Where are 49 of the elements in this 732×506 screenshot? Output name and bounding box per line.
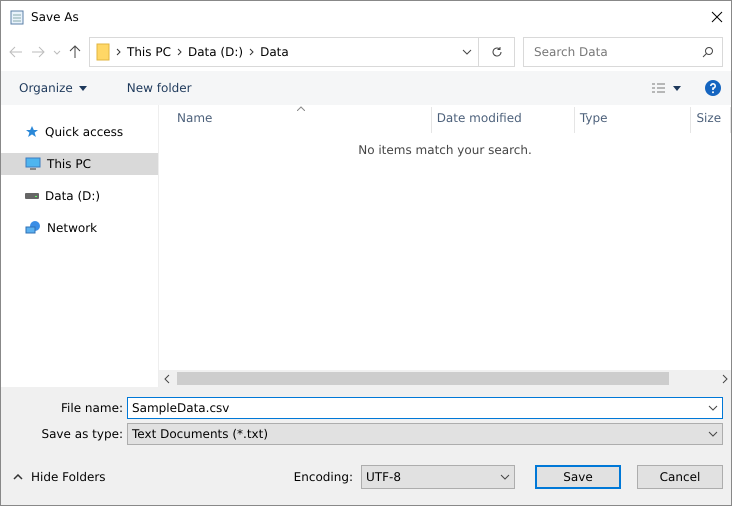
notepad-icon [9, 9, 25, 25]
star-icon [25, 125, 39, 139]
help-icon[interactable] [705, 80, 721, 96]
field-label: File name: [60, 401, 123, 415]
dialog-button[interactable]: Save [535, 465, 621, 489]
drive-icon [25, 192, 39, 200]
hide-folders-button[interactable]: Hide Folders [1, 470, 106, 484]
view-list-icon[interactable] [651, 82, 681, 94]
breadcrumb[interactable]: Data [260, 45, 289, 59]
column-header[interactable]: Name [159, 107, 432, 133]
empty-message: No items match your search. [358, 143, 532, 157]
sidebar-item[interactable]: Quick access [1, 121, 158, 143]
address-bar[interactable]: This PC Data (D:) Data [89, 37, 479, 67]
close-icon[interactable] [711, 11, 723, 23]
sidebar-item[interactable]: Data (D:) [1, 185, 158, 207]
refresh-icon [490, 46, 502, 58]
chevron-down-icon [708, 431, 718, 437]
chevron-up-icon [13, 474, 23, 480]
organize-button[interactable]: Organize [11, 77, 95, 99]
refresh-button[interactable] [479, 37, 515, 67]
breadcrumb[interactable]: This PC [127, 45, 171, 59]
new-folder-button[interactable]: New folder [118, 77, 200, 99]
dialog-button[interactable]: Cancel [637, 465, 723, 489]
network-icon [25, 220, 41, 236]
breadcrumb[interactable]: Data (D:) [188, 45, 244, 59]
chevron-right-icon [116, 48, 121, 56]
field-label: Encoding: [294, 470, 353, 484]
chevron-down-icon [708, 405, 718, 411]
sort-caret-icon [297, 106, 305, 111]
chevron-right-icon [176, 48, 182, 56]
file-type-dropdown[interactable]: Text Documents (*.txt) [127, 423, 723, 445]
chevron-right-icon [249, 48, 254, 56]
field-label: Save as type: [40, 427, 123, 441]
folder-icon [96, 43, 110, 61]
monitor-icon [25, 157, 41, 171]
sidebar-item[interactable]: Network [1, 217, 158, 239]
window-title: Save As [31, 10, 80, 24]
chevron-down-icon [500, 474, 510, 480]
caret-icon [78, 86, 87, 90]
column-header[interactable]: Type [574, 107, 692, 133]
search-icon [702, 46, 714, 58]
sidebar-item[interactable]: This PC [1, 153, 158, 175]
column-header[interactable]: Date modified [432, 107, 575, 133]
search-field[interactable]: Search Data [523, 37, 723, 67]
encoding-dropdown[interactable]: UTF-8 [361, 465, 515, 489]
up-arrow-icon[interactable] [69, 45, 81, 59]
chevron-down-icon [462, 49, 472, 55]
file-name-field[interactable]: SampleData.csv [127, 397, 723, 419]
column-header[interactable]: Size [691, 107, 731, 133]
